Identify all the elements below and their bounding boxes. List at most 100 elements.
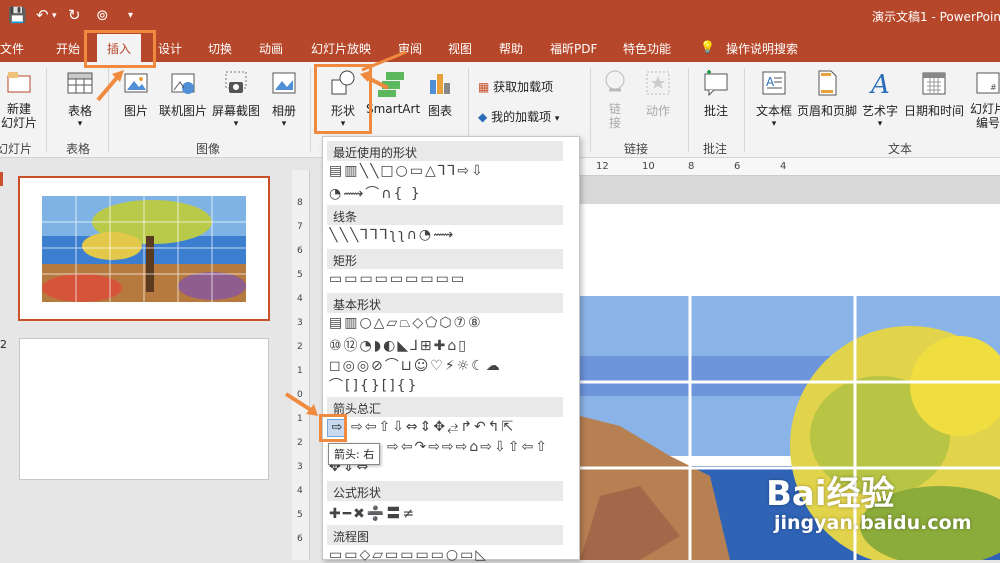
online-picture-icon — [171, 73, 195, 94]
table-label: 表格 — [67, 104, 92, 118]
wordart-label: 艺术字 — [861, 104, 898, 118]
chart-button[interactable]: 图表 — [424, 68, 456, 119]
highlight-arrow-right — [319, 414, 347, 442]
tab-slideshow[interactable]: 幻灯片放映 — [311, 40, 371, 57]
ruler-tick-label: 10 — [642, 161, 655, 172]
slide-thumbnail-1[interactable] — [18, 176, 270, 321]
shape-row[interactable]: ⌒[]{}[]{} — [329, 375, 569, 395]
get-addins-label: 获取加载项 — [493, 80, 554, 94]
category-basic-shapes: 基本形状 — [327, 293, 563, 313]
shape-row[interactable]: ▭▭◇▱▭▭▭▭○▭◺ — [329, 547, 569, 563]
tab-transitions[interactable]: 切换 — [208, 40, 232, 57]
ruler-tick-label: 4 — [780, 161, 787, 172]
table-icon — [67, 72, 93, 94]
undo-icon[interactable]: ↶ — [36, 6, 49, 24]
wordart-button[interactable]: A 艺术字 ▾ — [860, 68, 900, 129]
tab-view[interactable]: 视图 — [448, 40, 472, 57]
textbox-button[interactable]: A 文本框 ▾ — [752, 68, 796, 129]
chevron-down-icon: ▾ — [233, 119, 239, 129]
tab-design[interactable]: 设计 — [158, 40, 182, 57]
shape-row[interactable]: ⇨⇦↷⇨⇨⇨⌂⇨⇩⇧⇦⇧ — [387, 439, 569, 455]
picture-icon — [124, 73, 148, 93]
slide-thumbnail-2[interactable] — [19, 338, 269, 480]
tab-home[interactable]: 开始 — [56, 40, 80, 57]
album-button[interactable]: 相册 ▾ — [266, 68, 302, 129]
get-addins-button[interactable]: ▦ 获取加载项 — [478, 78, 553, 95]
screenshot-button[interactable]: 屏幕截图 ▾ — [210, 68, 262, 129]
star-icon — [646, 71, 670, 95]
smartart-button[interactable]: SmartArt — [366, 68, 420, 116]
header-footer-button[interactable]: 页眉和页脚 — [796, 68, 858, 119]
comment-button[interactable]: 批注 — [698, 68, 734, 119]
shape-row[interactable]: ✚━✖➗〓≠ — [329, 503, 569, 523]
datetime-label: 日期和时间 — [903, 104, 964, 118]
highlight-insert-tab — [84, 30, 156, 68]
comment-icon — [704, 70, 728, 97]
shape-row[interactable]: ⇨⇦⇧⇩⇔⇕✥⥄↱↶↰⇱ — [351, 419, 569, 435]
header-footer-icon — [818, 70, 837, 96]
ruler-tick-label: 3 — [297, 318, 303, 328]
ruler-tick-label: 5 — [297, 510, 303, 520]
watermark-url: jingyan.baidu.com — [774, 512, 972, 534]
category-equation-shapes: 公式形状 — [327, 481, 563, 501]
action-label: 动作 — [645, 104, 670, 118]
calendar-icon — [922, 72, 946, 95]
shape-row[interactable]: ▤▥○△▱⏢◇⬠⬡⑦⑧ — [329, 315, 569, 331]
ruler-tick-label: 5 — [297, 270, 303, 280]
group-label-tables: 表格 — [66, 142, 91, 156]
tab-review[interactable]: 审阅 — [398, 40, 422, 57]
lightbulb-icon: 💡 — [700, 40, 715, 54]
shape-row[interactable]: ◻◎◎⊘⌒⊔☺♡⚡☼☾☁ — [329, 355, 569, 375]
tab-animations[interactable]: 动画 — [259, 40, 283, 57]
present-icon[interactable]: ⊚ — [96, 6, 109, 24]
landscape-painting-thumbnail — [42, 196, 246, 302]
slide-number-label: 幻灯片 编号 — [969, 102, 1000, 130]
shape-row[interactable]: ◔⟿⌒∩{ } — [329, 183, 569, 203]
group-label-slides: 幻灯片 — [0, 142, 33, 156]
category-lines: 线条 — [327, 205, 563, 225]
tell-me-search[interactable]: 操作说明搜索 — [726, 40, 798, 57]
tab-special-features[interactable]: 特色功能 — [623, 40, 671, 57]
ruler-tick-label: 2 — [297, 438, 303, 448]
slide-editing-area[interactable]: Bai经验 jingyan.baidu.com — [580, 176, 1000, 560]
shapes-gallery: 最近使用的形状 ▤▥╲╲□○▭△⅂⅂⇨⇩ ◔⟿⌒∩{ } 线条 ╲╲╲⅂⅂⅂ʅʅ… — [322, 136, 580, 563]
baidu-watermark: Bai经验 — [766, 474, 895, 514]
group-label-comments: 批注 — [703, 142, 728, 156]
slide-number-button[interactable]: # 幻灯片 编号 — [968, 68, 1000, 130]
table-button[interactable]: 表格 ▾ — [58, 68, 102, 129]
textbox-label: 文本框 — [755, 104, 792, 118]
customize-qat-icon[interactable]: ▾ — [128, 10, 133, 21]
screenshot-icon — [225, 71, 247, 93]
save-icon[interactable]: 💾 — [8, 6, 27, 24]
undo-dropdown-icon[interactable]: ▾ — [52, 11, 57, 21]
ruler-tick-label: 12 — [596, 161, 609, 172]
shape-row[interactable]: ╲╲╲⅂⅂⅂ʅʅ∩◔⟿ — [329, 227, 569, 243]
shape-row[interactable]: ▭▭▭▭▭▭▭▭▭ — [329, 271, 569, 287]
tab-file[interactable]: 文件 — [0, 40, 24, 57]
datetime-button[interactable]: 日期和时间 — [902, 68, 966, 119]
separator — [310, 68, 311, 152]
ruler-tick-label: 3 — [297, 462, 303, 472]
redo-icon[interactable]: ↻ — [68, 6, 81, 24]
album-icon — [272, 72, 296, 94]
addins-icon: ◆ — [478, 110, 488, 124]
new-slide-button[interactable]: 新建 幻灯片 — [0, 68, 40, 130]
ruler-tick-label: 8 — [688, 161, 695, 172]
ruler-tick-label: 0 — [297, 390, 303, 400]
category-block-arrows: 箭头总汇 — [327, 397, 563, 417]
tab-help[interactable]: 帮助 — [499, 40, 523, 57]
picture-label: 图片 — [123, 104, 148, 118]
online-picture-button[interactable]: 联机图片 — [158, 68, 208, 119]
tab-foxit-pdf[interactable]: 福昕PDF — [550, 40, 597, 57]
picture-button[interactable]: 图片 — [116, 68, 156, 119]
action-button[interactable]: 动作 — [640, 68, 676, 119]
chevron-down-icon: ▾ — [771, 119, 777, 129]
store-icon: ▦ — [478, 80, 490, 94]
shape-row[interactable]: ▤▥╲╲□○▭△⅂⅂⇨⇩ — [329, 163, 569, 179]
album-label: 相册 — [271, 104, 296, 118]
link-button[interactable]: 链 接 — [598, 68, 632, 130]
header-footer-label: 页眉和页脚 — [796, 104, 857, 118]
chevron-down-icon: ▾ — [877, 119, 883, 129]
shape-row[interactable]: ⑩⑫◔◗◐◣⅃⊞✚⌂▯ — [329, 335, 569, 355]
my-addins-button[interactable]: ◆ 我的加载项 ▾ — [478, 108, 559, 125]
